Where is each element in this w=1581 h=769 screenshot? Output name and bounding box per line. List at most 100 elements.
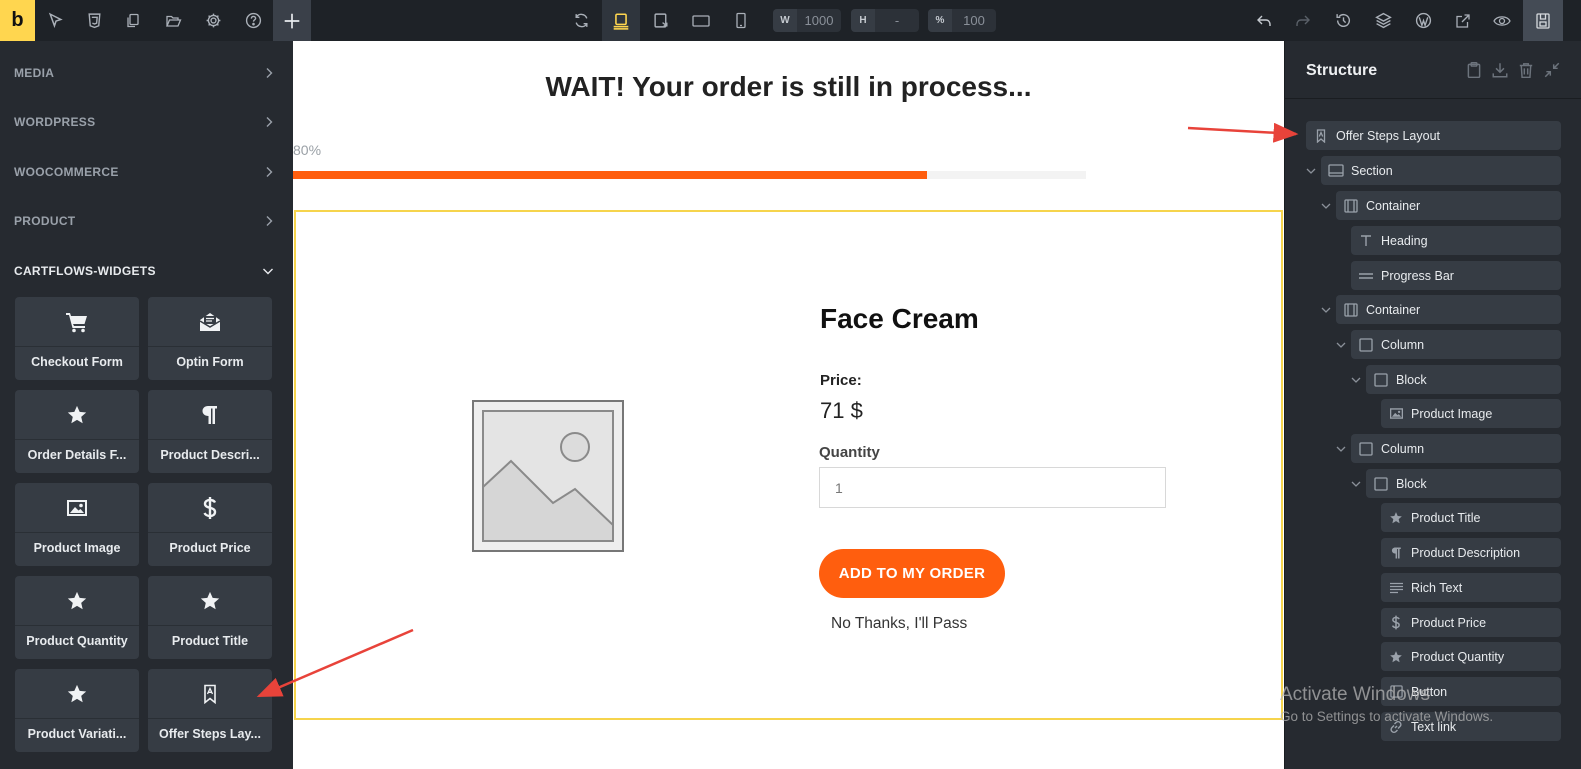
widget-product-variation[interactable]: Product Variati... <box>15 669 139 752</box>
structure-node-button[interactable]: Button <box>1381 677 1561 706</box>
widget-optin-form[interactable]: Optin Form <box>148 297 272 380</box>
tablet-landscape-icon[interactable] <box>642 0 680 41</box>
chevron-down-icon[interactable] <box>1334 330 1348 359</box>
structure-node-rich-text[interactable]: Rich Text <box>1381 573 1561 602</box>
structure-node-product-image[interactable]: Product Image <box>1381 399 1561 428</box>
category-label: PRODUCT <box>14 214 76 228</box>
progress-bar[interactable] <box>293 171 1086 179</box>
product-image-placeholder-icon[interactable] <box>471 399 625 554</box>
undo-icon[interactable] <box>1245 0 1283 41</box>
structure-node-product-quantity[interactable]: Product Quantity <box>1381 642 1561 671</box>
star-icon <box>15 390 139 440</box>
download-icon[interactable] <box>1491 61 1509 79</box>
height-value[interactable]: - <box>875 13 919 28</box>
structure-node-offer-steps-layout[interactable]: Offer Steps Layout <box>1306 121 1561 150</box>
dollar-icon <box>1381 615 1411 630</box>
node-label: Heading <box>1381 233 1428 248</box>
node-label: Offer Steps Layout <box>1336 128 1440 143</box>
css3-icon[interactable] <box>75 0 113 41</box>
structure-node-heading[interactable]: Heading <box>1351 226 1561 255</box>
chevron-down-icon[interactable] <box>1349 365 1363 394</box>
widget-order-details-form[interactable]: Order Details F... <box>15 390 139 473</box>
structure-node-text-link[interactable]: Text link <box>1381 712 1561 741</box>
builder-logo[interactable]: b <box>0 0 35 41</box>
add-to-order-button[interactable]: ADD TO MY ORDER <box>819 549 1005 598</box>
chevron-down-icon[interactable] <box>1304 156 1318 185</box>
widget-product-title[interactable]: Product Title <box>148 576 272 659</box>
widget-label: Product Quantity <box>26 634 128 648</box>
redo-icon[interactable] <box>1284 0 1322 41</box>
structure-node-column[interactable]: Column <box>1351 330 1561 359</box>
widget-product-image[interactable]: Product Image <box>15 483 139 566</box>
node-label: Column <box>1381 337 1425 352</box>
mobile-breakpoint-icon[interactable] <box>722 0 760 41</box>
offer-heading[interactable]: WAIT! Your order is still in process... <box>293 71 1284 103</box>
pages-icon[interactable] <box>114 0 152 41</box>
node-label: Block <box>1396 372 1427 387</box>
save-page-icon[interactable] <box>1523 0 1563 41</box>
chevron-down-icon <box>263 268 273 275</box>
category-wordpress[interactable]: WORDPRESS <box>14 112 274 132</box>
widget-checkout-form[interactable]: Checkout Form <box>15 297 139 380</box>
tablet-portrait-icon[interactable] <box>682 0 720 41</box>
category-media[interactable]: MEDIA <box>14 63 274 83</box>
node-label: Product Image <box>1411 406 1493 421</box>
category-label: WORDPRESS <box>14 115 96 129</box>
square-icon <box>1351 337 1381 352</box>
desktop-breakpoint-icon[interactable] <box>602 0 640 41</box>
structure-node-product-title[interactable]: Product Title <box>1381 503 1561 532</box>
node-label: Column <box>1381 441 1425 456</box>
chevron-down-icon[interactable] <box>1349 469 1363 498</box>
help-question-icon[interactable] <box>234 0 272 41</box>
top-toolbar: b W 1000 H - % 100 <box>0 0 1581 41</box>
widget-product-quantity[interactable]: Product Quantity <box>15 576 139 659</box>
category-label: CARTFLOWS-WIDGETS <box>14 264 156 278</box>
category-cartflows-widgets[interactable]: CARTFLOWS-WIDGETS <box>14 261 274 281</box>
bookmark-icon <box>1306 128 1336 143</box>
wordpress-icon[interactable] <box>1404 0 1442 41</box>
collapse-arrows-icon[interactable] <box>1543 61 1561 79</box>
widget-offer-steps-layout[interactable]: Offer Steps Lay... <box>148 669 272 752</box>
width-value[interactable]: 1000 <box>797 13 841 28</box>
square-icon <box>1381 685 1411 698</box>
layers-icon[interactable] <box>1364 0 1402 41</box>
widget-label: Product Descri... <box>160 448 260 462</box>
folder-open-icon[interactable] <box>154 0 192 41</box>
zoom-value[interactable]: 100 <box>952 13 996 28</box>
structure-node-progress-bar[interactable]: Progress Bar <box>1351 261 1561 290</box>
reload-canvas-icon[interactable] <box>562 0 600 41</box>
canvas-width-field[interactable]: W 1000 <box>773 9 841 32</box>
category-woocommerce[interactable]: WOOCOMMERCE <box>14 162 274 182</box>
structure-node-product-price[interactable]: Product Price <box>1381 608 1561 637</box>
structure-node-block[interactable]: Block <box>1366 469 1561 498</box>
structure-node-section[interactable]: Section <box>1321 156 1561 185</box>
product-container[interactable]: Face Cream Price: 71 $ Quantity ADD TO M… <box>294 210 1283 720</box>
container-icon <box>1336 302 1366 317</box>
select-cursor-icon[interactable] <box>36 0 74 41</box>
structure-node-product-description[interactable]: Product Description <box>1381 538 1561 567</box>
history-icon[interactable] <box>1324 0 1362 41</box>
trash-icon[interactable] <box>1517 61 1535 79</box>
zoom-field[interactable]: % 100 <box>928 9 996 32</box>
category-product[interactable]: PRODUCT <box>14 211 274 231</box>
structure-node-container[interactable]: Container <box>1336 295 1561 324</box>
quantity-input[interactable] <box>819 467 1166 508</box>
decline-offer-link[interactable]: No Thanks, I'll Pass <box>831 615 967 633</box>
widget-product-price[interactable]: Product Price <box>148 483 272 566</box>
chevron-down-icon[interactable] <box>1319 295 1333 324</box>
structure-node-container[interactable]: Container <box>1336 191 1561 220</box>
chevron-down-icon[interactable] <box>1334 434 1348 463</box>
canvas-height-field[interactable]: H - <box>851 9 919 32</box>
add-element-plus-icon[interactable] <box>273 0 311 41</box>
open-external-icon[interactable] <box>1444 0 1482 41</box>
chevron-down-icon[interactable] <box>1319 191 1333 220</box>
bar-icon <box>1351 272 1381 280</box>
star-icon <box>15 576 139 626</box>
preview-eye-icon[interactable] <box>1483 0 1521 41</box>
clipboard-icon[interactable] <box>1465 61 1483 79</box>
structure-node-block[interactable]: Block <box>1366 365 1561 394</box>
settings-gear-icon[interactable] <box>194 0 232 41</box>
structure-node-column[interactable]: Column <box>1351 434 1561 463</box>
star-icon <box>15 669 139 719</box>
widget-product-description[interactable]: Product Descri... <box>148 390 272 473</box>
